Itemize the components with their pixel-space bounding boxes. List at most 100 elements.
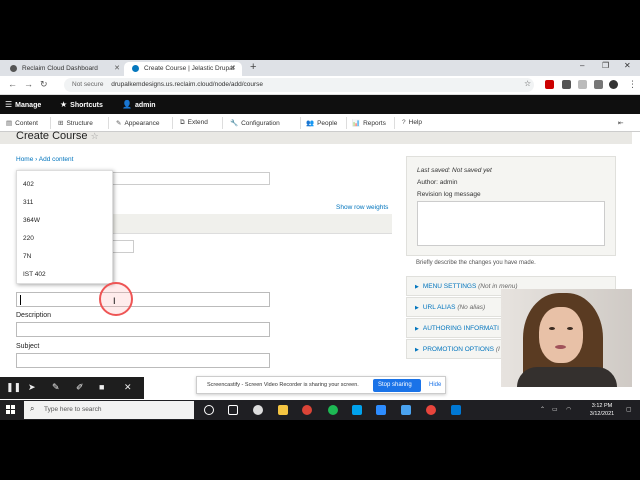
highlighter-tool-icon[interactable]: ✐ — [76, 382, 84, 393]
not-secure-label: Not secure — [72, 81, 104, 88]
browser-menu-icon[interactable]: ⋮ — [628, 79, 637, 90]
dropdown-option[interactable]: 220 — [23, 235, 34, 242]
reports-icon: 📊 — [352, 120, 361, 127]
extensions-puzzle-icon[interactable] — [594, 80, 603, 89]
tab-reclaim-dashboard[interactable]: Reclaim Cloud Dashboard ✕ — [2, 62, 126, 76]
person-shirt — [517, 367, 617, 387]
slack-icon[interactable] — [426, 405, 436, 415]
person-mouth — [555, 345, 566, 349]
reload-icon[interactable]: ↻ — [40, 79, 48, 90]
last-saved-text: Last saved: Not saved yet — [417, 167, 492, 174]
extend-icon: ⧉ — [180, 119, 185, 126]
spotify-icon[interactable] — [328, 405, 338, 415]
close-window-icon[interactable]: ✕ — [624, 61, 631, 70]
tray-item-configuration[interactable]: 🔧 Configuration — [230, 119, 280, 127]
close-tab-icon[interactable]: ✕ — [230, 64, 236, 72]
shortcut-star-icon[interactable]: ☆ — [91, 131, 99, 141]
dropdown-option[interactable]: 7N — [23, 253, 31, 260]
close-toolbar-icon[interactable]: ✕ — [124, 382, 132, 393]
node-meta-panel: Last saved: Not saved yet Author: admin … — [406, 156, 616, 256]
camera-toggle-icon[interactable]: ■ — [99, 382, 104, 392]
manage-button[interactable]: ☰ Manage — [5, 100, 41, 109]
tray-item-extend[interactable]: ⧉ Extend — [180, 119, 208, 127]
description-label: Description — [16, 312, 52, 319]
chrome-icon[interactable] — [302, 405, 312, 415]
expand-arrow-icon: ▶ — [415, 305, 419, 311]
user-button[interactable]: 👤 admin — [122, 100, 156, 109]
tab-create-course[interactable]: Create Course | Jelastic Drupal ✕ — [124, 62, 242, 76]
tray-item-help[interactable]: ? Help — [402, 119, 422, 126]
close-tab-icon[interactable]: ✕ — [114, 64, 120, 72]
taskbar-clock[interactable]: 3:12 PM 3/12/2021 — [584, 402, 620, 418]
back-icon[interactable]: ← — [8, 79, 17, 89]
maximize-icon[interactable]: ❐ — [602, 61, 609, 70]
people-icon: 👥 — [306, 120, 315, 127]
url-input[interactable]: Not secure drupalkemdesigns.us.reclaim.c… — [64, 78, 534, 92]
file-explorer-icon[interactable] — [278, 405, 288, 415]
revision-log-input[interactable] — [417, 201, 605, 246]
tab-title: Create Course | Jelastic Drupal — [144, 65, 235, 72]
drupal-toolbar: ☰ Manage ★ Shortcuts 👤 admin — [0, 95, 640, 114]
tray-orientation-toggle-icon[interactable]: ⇤ — [618, 119, 623, 127]
table-header — [110, 214, 392, 234]
cursor-tool-icon[interactable]: ➤ — [28, 382, 36, 393]
dropdown-option[interactable]: IST 402 — [23, 271, 46, 278]
tray-item-structure[interactable]: ⊞ Structure — [58, 119, 93, 127]
minimize-icon[interactable]: – — [580, 61, 584, 70]
person-eye — [549, 327, 555, 330]
tray-item-people[interactable]: 👥 People — [306, 119, 337, 127]
subject-input[interactable] — [16, 353, 270, 368]
divider — [346, 117, 347, 129]
tray-item-content[interactable]: ▤ Content — [6, 119, 38, 127]
battery-icon[interactable]: ▭ — [552, 406, 558, 413]
tray-item-appearance[interactable]: ✎ Appearance — [116, 119, 160, 127]
stop-sharing-button[interactable]: Stop sharing — [373, 379, 421, 392]
windows-start-icon[interactable] — [6, 405, 16, 415]
cortana-icon[interactable] — [204, 405, 214, 415]
notifications-icon[interactable]: ▢ — [626, 406, 632, 413]
reclaim-favicon-icon — [10, 65, 17, 72]
weight-input[interactable] — [110, 240, 134, 253]
drupal-favicon-icon — [132, 65, 139, 72]
title-input[interactable] — [110, 172, 270, 185]
tray-chevron-icon[interactable]: ⌃ — [540, 406, 545, 413]
show-row-weights-link[interactable]: Show row weights — [336, 204, 388, 211]
app-icon[interactable] — [352, 405, 362, 415]
windows-taskbar: ⌕ Type here to search ⌃ ▭ ◠ 3:12 PM 3/12… — [0, 400, 640, 420]
tray-item-reports[interactable]: 📊 Reports — [352, 119, 386, 127]
dropdown-option[interactable]: 311 — [23, 199, 33, 206]
person-eye — [567, 327, 573, 330]
settings-gear-icon[interactable] — [253, 405, 263, 415]
wifi-icon[interactable]: ◠ — [566, 406, 571, 413]
help-icon: ? — [402, 119, 406, 126]
author-text: Author: admin — [417, 179, 458, 186]
app-icon[interactable] — [401, 405, 411, 415]
hide-button[interactable]: Hide — [429, 382, 441, 388]
person-face — [539, 307, 583, 363]
taskbar-search-input[interactable]: ⌕ Type here to search — [24, 401, 194, 419]
screen: Reclaim Cloud Dashboard ✕ Create Course … — [0, 60, 640, 420]
breadcrumb[interactable]: Home › Add content — [16, 156, 73, 163]
extension-icon[interactable] — [578, 80, 587, 89]
screen-share-notice: Screencastify - Screen Video Recorder is… — [196, 376, 446, 394]
task-view-icon[interactable] — [228, 405, 238, 415]
extension-icon[interactable] — [545, 80, 554, 89]
new-tab-icon[interactable]: + — [250, 61, 256, 73]
pause-icon[interactable]: ❚❚ — [6, 382, 21, 393]
shortcuts-button[interactable]: ★ Shortcuts — [60, 100, 103, 109]
user-icon: 👤 — [122, 100, 132, 109]
zoom-icon[interactable] — [376, 405, 386, 415]
forward-icon[interactable]: → — [24, 79, 33, 89]
extension-icon[interactable] — [562, 80, 571, 89]
course-number-input[interactable] — [16, 292, 270, 307]
dropdown-option[interactable]: 364W — [23, 217, 40, 224]
webcam-overlay — [501, 289, 632, 387]
dropdown-option[interactable]: 402 — [23, 181, 34, 188]
pen-tool-icon[interactable]: ✎ — [52, 382, 60, 393]
vscode-icon[interactable] — [451, 405, 461, 415]
expand-arrow-icon: ▶ — [415, 326, 419, 332]
description-input[interactable] — [16, 322, 270, 337]
divider — [222, 117, 223, 129]
profile-avatar[interactable] — [609, 80, 618, 89]
bookmark-star-icon[interactable]: ☆ — [524, 79, 531, 88]
